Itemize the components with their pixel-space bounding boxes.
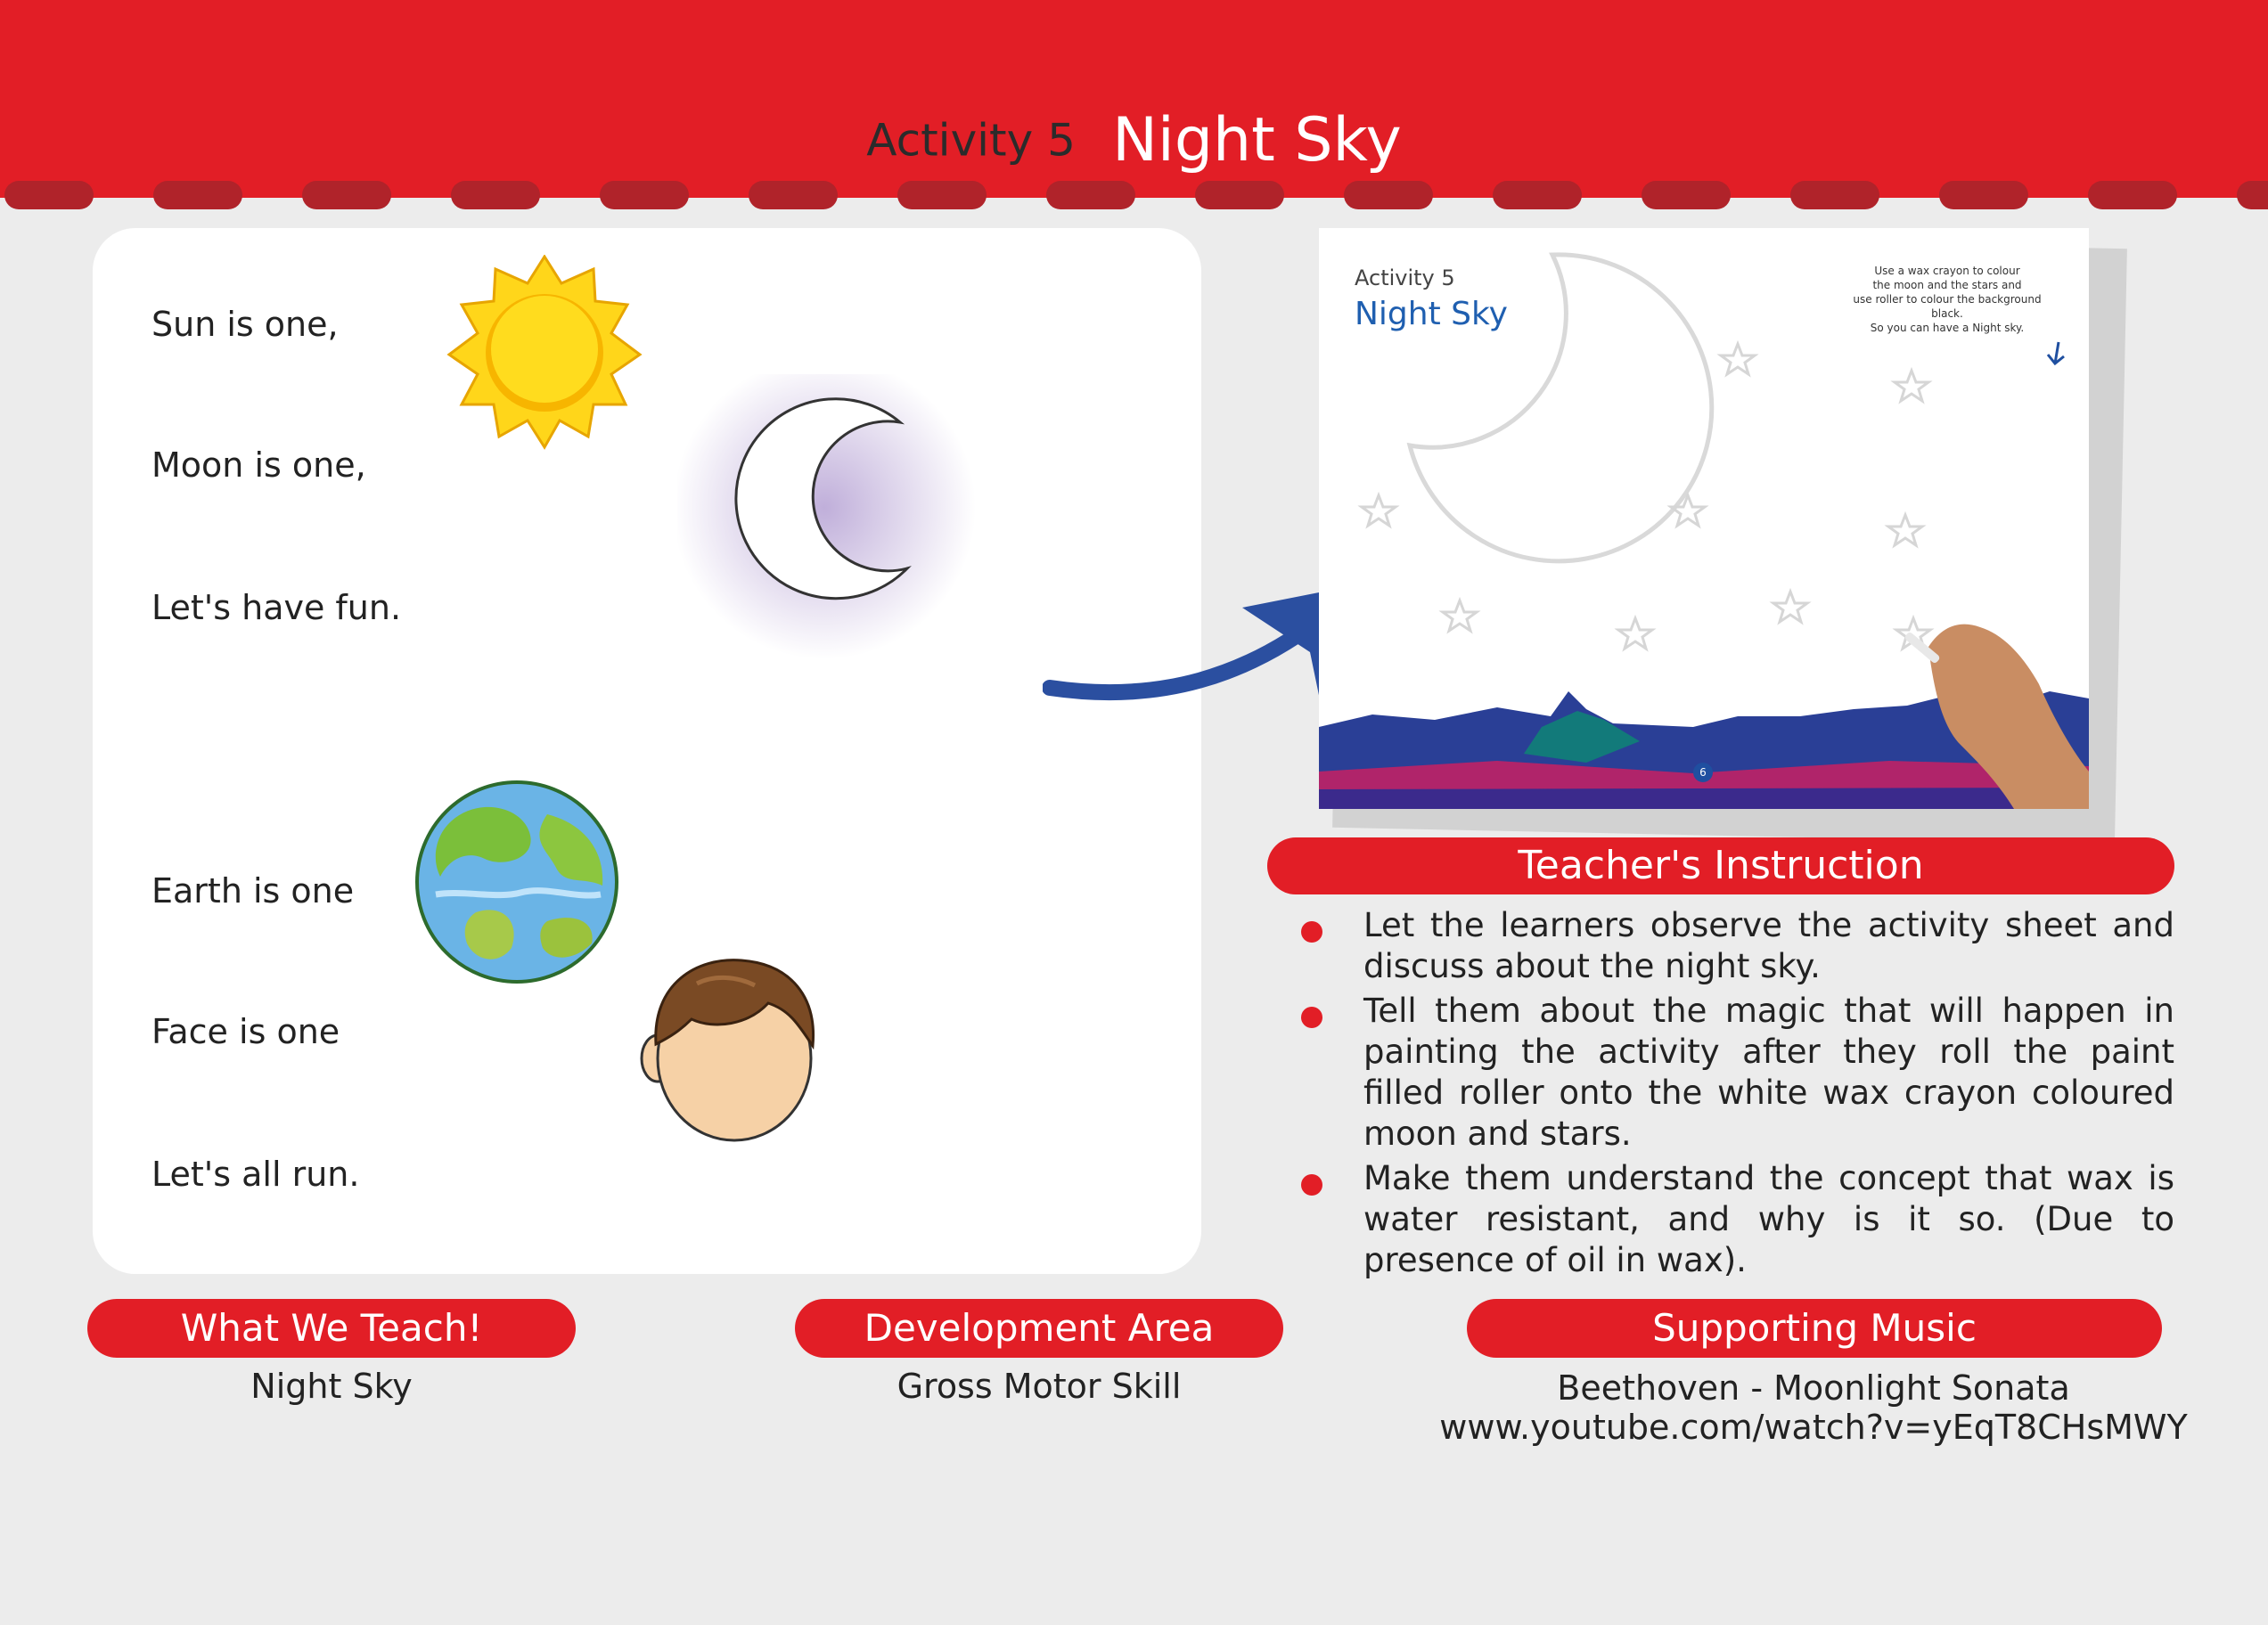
instruction-item: Make them understand the concept that wa… [1283,1158,2174,1281]
page-title: Activity 5 Night Sky [0,105,2268,176]
rhyme-line: Moon is one, [151,445,366,485]
face-illustration [640,959,815,1142]
rhyme-line: Let's all run. [151,1155,360,1194]
activity-label: Activity 5 [866,114,1076,167]
rhyme-line: Let's have fun. [151,588,402,627]
earth-illustration [415,780,618,984]
instruction-item: Tell them about the magic that will happ… [1283,991,2174,1155]
supporting-music-link[interactable]: www.youtube.com/watch?v=yEqT8CHsMWY [1408,1408,2219,1447]
instruction-text: Make them understand the concept that wa… [1363,1159,2174,1279]
instruction-text: Tell them about the magic that will happ… [1363,992,2174,1153]
rhyme-line: Earth is one [151,871,355,910]
activity-title: Night Sky [1112,105,1402,176]
sun-illustration [446,255,643,450]
bullet-icon [1301,1174,1322,1196]
development-area-heading: Development Area [795,1299,1283,1358]
what-we-teach-value: Night Sky [250,1367,413,1406]
worksheet-preview: Activity 5 Night Sky Use a wax crayon to… [1319,228,2089,809]
rhyme-line: Face is one [151,1012,340,1051]
teachers-instruction-list: Let the learners observe the activity sh… [1283,905,2174,1285]
supporting-music-title: Beethoven - Moonlight Sonata [1557,1368,2070,1408]
what-we-teach-heading: What We Teach! [87,1299,576,1358]
bullet-icon [1301,1007,1322,1028]
header-scallop-border [4,181,2268,209]
instruction-item: Let the learners observe the activity sh… [1283,905,2174,987]
development-area-value: Gross Motor Skill [897,1367,1182,1406]
teachers-instruction-heading: Teacher's Instruction [1267,837,2174,894]
worksheet-page-number: 6 [1693,763,1713,782]
rhyme-line: Sun is one, [151,305,339,344]
worksheet-artwork [1319,252,2089,809]
supporting-music-heading: Supporting Music [1467,1299,2162,1358]
bullet-icon [1301,921,1322,943]
moon-illustration [677,374,976,659]
instruction-text: Let the learners observe the activity sh… [1363,906,2174,985]
